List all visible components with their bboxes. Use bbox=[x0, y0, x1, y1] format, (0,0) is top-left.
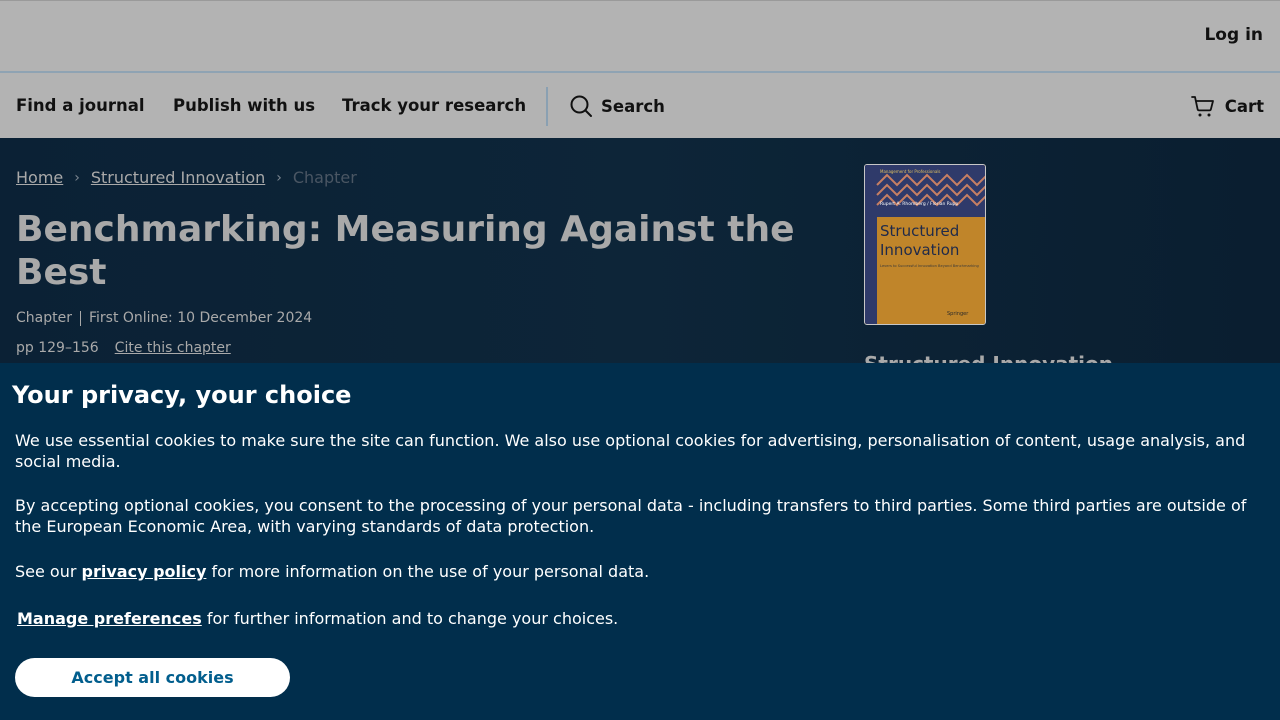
meta-divider bbox=[79, 310, 81, 326]
cookie-text-manage: Manage preferences for further informati… bbox=[17, 608, 1267, 629]
search-icon bbox=[570, 95, 592, 117]
nav-track-research[interactable]: Track your research bbox=[342, 96, 526, 115]
top-bar: Log in bbox=[0, 0, 1280, 73]
cover-subtitle: Levers to Successful Innovation Beyond B… bbox=[880, 264, 979, 268]
breadcrumb: Home › Structured Innovation › Chapter bbox=[16, 168, 357, 187]
cart-button[interactable]: Cart bbox=[1190, 94, 1264, 118]
chapter-meta: Chapter First Online: 10 December 2024 bbox=[16, 310, 312, 326]
cookie-text-consent: By accepting optional cookies, you conse… bbox=[15, 496, 1247, 536]
cover-authors: Rupert A. Rhomberg / Florian Rupp bbox=[880, 201, 958, 207]
book-cover[interactable]: Management for Professionals Rupert A. R… bbox=[864, 164, 986, 325]
manage-preferences-link[interactable]: Manage preferences bbox=[17, 609, 202, 628]
login-link[interactable]: Log in bbox=[1204, 25, 1263, 45]
accept-all-cookies-button[interactable]: Accept all cookies bbox=[15, 658, 290, 697]
cookie-text-privacy: See our privacy policy for more informat… bbox=[15, 561, 1265, 582]
cart-icon bbox=[1190, 96, 1214, 117]
breadcrumb-book[interactable]: Structured Innovation bbox=[91, 168, 265, 187]
cover-series: Management for Professionals bbox=[880, 169, 941, 174]
page-title: Benchmarking: Measuring Against the Best bbox=[16, 209, 795, 293]
nav-find-journal[interactable]: Find a journal bbox=[16, 96, 145, 115]
nav-divider bbox=[546, 87, 548, 126]
cookie-text-essential: We use essential cookies to make sure th… bbox=[15, 431, 1246, 471]
cover-title-line2: Innovation bbox=[880, 241, 959, 259]
search-label: Search bbox=[601, 96, 665, 116]
privacy-policy-link[interactable]: privacy policy bbox=[82, 562, 207, 581]
search-button[interactable]: Search bbox=[569, 94, 665, 118]
cart-label: Cart bbox=[1224, 96, 1264, 116]
nav-publish-with-us[interactable]: Publish with us bbox=[173, 96, 315, 115]
manage-text-after: for further information and to change yo… bbox=[201, 609, 619, 628]
chevron-right-icon: › bbox=[276, 169, 282, 186]
page-range: pp 129–156 bbox=[16, 340, 99, 356]
chevron-right-icon: › bbox=[74, 169, 80, 186]
main-nav: Find a journal Publish with us Track you… bbox=[0, 73, 1280, 138]
cover-title-line1: Structured bbox=[880, 222, 959, 240]
book-title[interactable]: Structured Innovation bbox=[864, 352, 1113, 363]
first-online-date: First Online: 10 December 2024 bbox=[88, 310, 313, 326]
content-type: Chapter bbox=[16, 310, 72, 326]
cite-chapter-link[interactable]: Cite this chapter bbox=[115, 340, 231, 356]
chapter-header: Home › Structured Innovation › Chapter B… bbox=[0, 138, 1280, 363]
breadcrumb-current: Chapter bbox=[292, 168, 357, 187]
privacy-text-before: See our bbox=[15, 562, 82, 581]
privacy-text-after: for more information on the use of your … bbox=[206, 562, 650, 581]
chapter-pages-row: pp 129–156 Cite this chapter bbox=[16, 340, 231, 356]
cookie-heading: Your privacy, your choice bbox=[12, 381, 352, 409]
cookie-banner: Your privacy, your choice We use essenti… bbox=[0, 363, 1280, 720]
breadcrumb-home[interactable]: Home bbox=[16, 168, 63, 187]
cover-publisher: Springer bbox=[947, 311, 969, 317]
